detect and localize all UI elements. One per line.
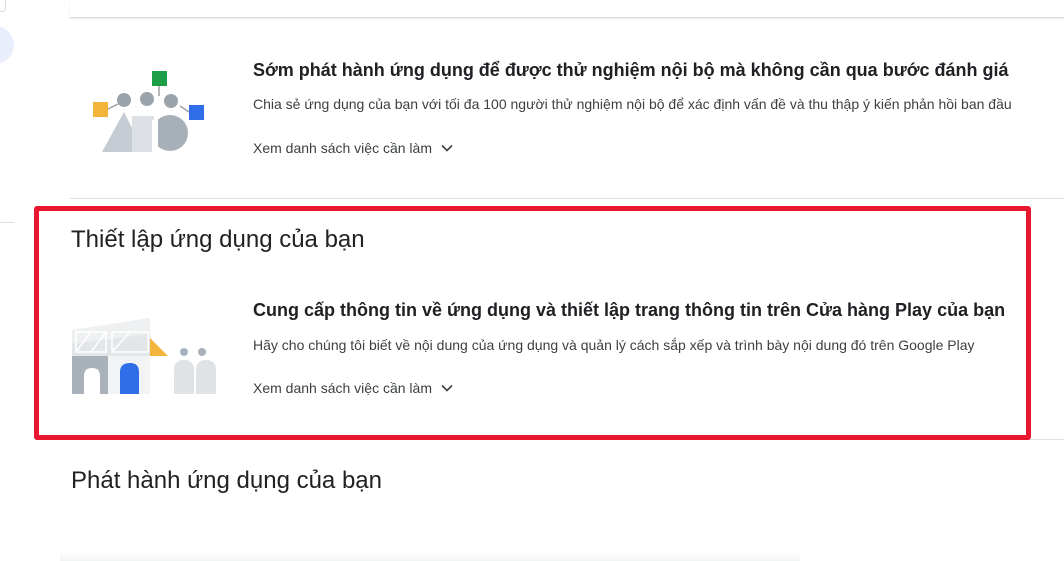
view-tasks-toggle[interactable]: Xem danh sách việc cần làm [253,140,454,156]
release-section-heading: Phát hành ứng dụng của bạn [71,467,382,494]
chevron-down-icon[interactable] [440,141,454,155]
nav-selected-item[interactable] [0,26,14,64]
task-description: Chia sẻ ứng dụng của bạn với tối đa 100 … [253,96,1012,112]
previous-card-edge [70,0,1064,18]
left-nav-edge [0,0,14,561]
testers-illustration [93,71,204,152]
nav-tab-edge[interactable] [0,0,6,12]
view-tasks-label[interactable]: Xem danh sách việc cần làm [253,140,432,156]
task-title: Sớm phát hành ứng dụng để được thử nghiệ… [253,60,1009,80]
nav-divider [0,222,14,223]
section-divider [70,198,1064,199]
highlight-box [34,206,1031,440]
next-card-edge [60,552,800,561]
